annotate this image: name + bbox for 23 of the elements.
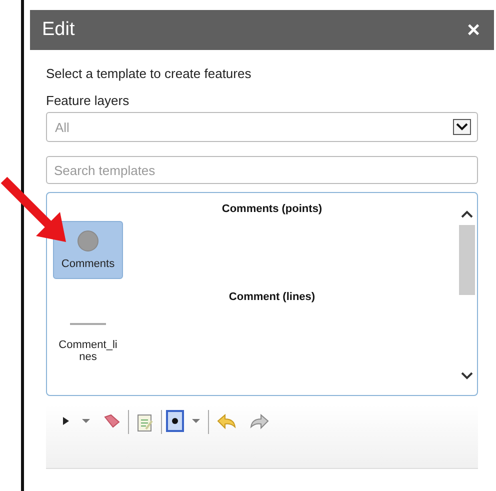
caret-icon [81,417,91,425]
dot-icon [169,415,181,427]
chevron-down-icon [460,371,474,381]
eraser-icon [101,413,121,429]
panel-title: Edit [42,19,75,41]
chevron-down-icon [453,119,471,135]
document-icon [136,413,154,433]
caret-icon [191,417,201,425]
redo-arrow-icon [248,413,270,431]
group-title: Comments (points) [220,203,324,215]
toolbar-button[interactable] [166,410,184,432]
chevron-up-icon [460,209,474,219]
cursor-icon [61,415,71,427]
undo-arrow-icon [216,413,238,431]
template-item[interactable]: Comments [53,221,123,279]
circle-symbol-icon [77,230,99,252]
search-field[interactable]: Search templates [46,156,478,184]
feature-layers-label: Feature layers [46,93,130,108]
close-button[interactable]: × [465,17,482,43]
template-item[interactable]: Comment_lines [53,309,123,367]
group-title: Comment (lines) [228,291,316,303]
line-symbol-icon [70,323,106,325]
instruction-text: Select a template to create features [46,66,252,81]
